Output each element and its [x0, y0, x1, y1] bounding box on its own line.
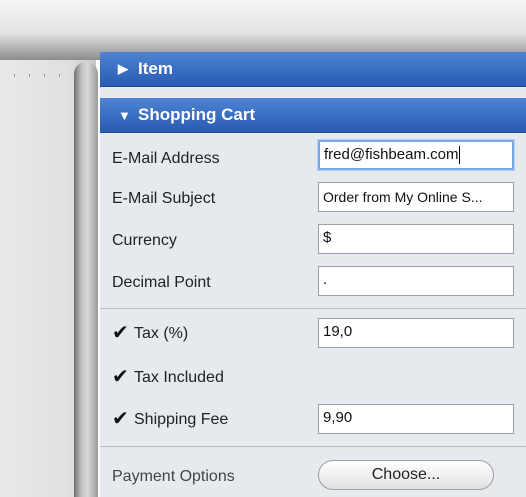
currency-field[interactable]: $: [318, 224, 514, 254]
decimal-point-field[interactable]: .: [318, 266, 514, 296]
currency-label: Currency: [112, 232, 177, 249]
section-header-shopping-cart[interactable]: ▼ Shopping Cart: [100, 98, 526, 133]
email-address-label: E-Mail Address: [112, 150, 220, 167]
disclosure-down-icon[interactable]: ▼: [118, 108, 138, 123]
split-view-divider[interactable]: [74, 62, 98, 497]
tax-included-checkbox[interactable]: ✔: [112, 367, 130, 387]
inspector-panel: ▶ Item ▼ Shopping Cart E-Mail Address fr…: [100, 52, 526, 497]
section-divider: [100, 308, 526, 309]
email-subject-label: E-Mail Subject: [112, 190, 216, 207]
section-title-item: Item: [138, 59, 173, 78]
tax-checkbox[interactable]: ✔: [112, 323, 130, 343]
email-subject-field[interactable]: Order from My Online S...: [318, 182, 514, 212]
tax-field[interactable]: 19,0: [318, 318, 514, 348]
shipping-fee-field[interactable]: 9,90: [318, 404, 514, 434]
tax-label: Tax (%): [134, 325, 189, 342]
text-caret: [459, 146, 461, 165]
section-header-item[interactable]: ▶ Item: [100, 52, 526, 87]
tax-included-label: Tax Included: [134, 369, 224, 386]
section-divider: [100, 446, 526, 447]
decimal-point-label: Decimal Point: [112, 274, 211, 291]
shipping-fee-label: Shipping Fee: [134, 411, 229, 428]
window-top-shadow: [0, 0, 526, 60]
shipping-fee-checkbox[interactable]: ✔: [112, 409, 130, 429]
ruler: [0, 74, 74, 77]
choose-payment-button[interactable]: Choose...: [318, 460, 494, 490]
email-address-field[interactable]: fred@fishbeam.com: [318, 140, 514, 170]
email-address-value: fred@fishbeam.com: [324, 146, 459, 163]
disclosure-right-icon[interactable]: ▶: [118, 61, 138, 77]
section-title-shopping-cart: Shopping Cart: [138, 105, 256, 124]
payment-options-label: Payment Options: [112, 468, 235, 485]
